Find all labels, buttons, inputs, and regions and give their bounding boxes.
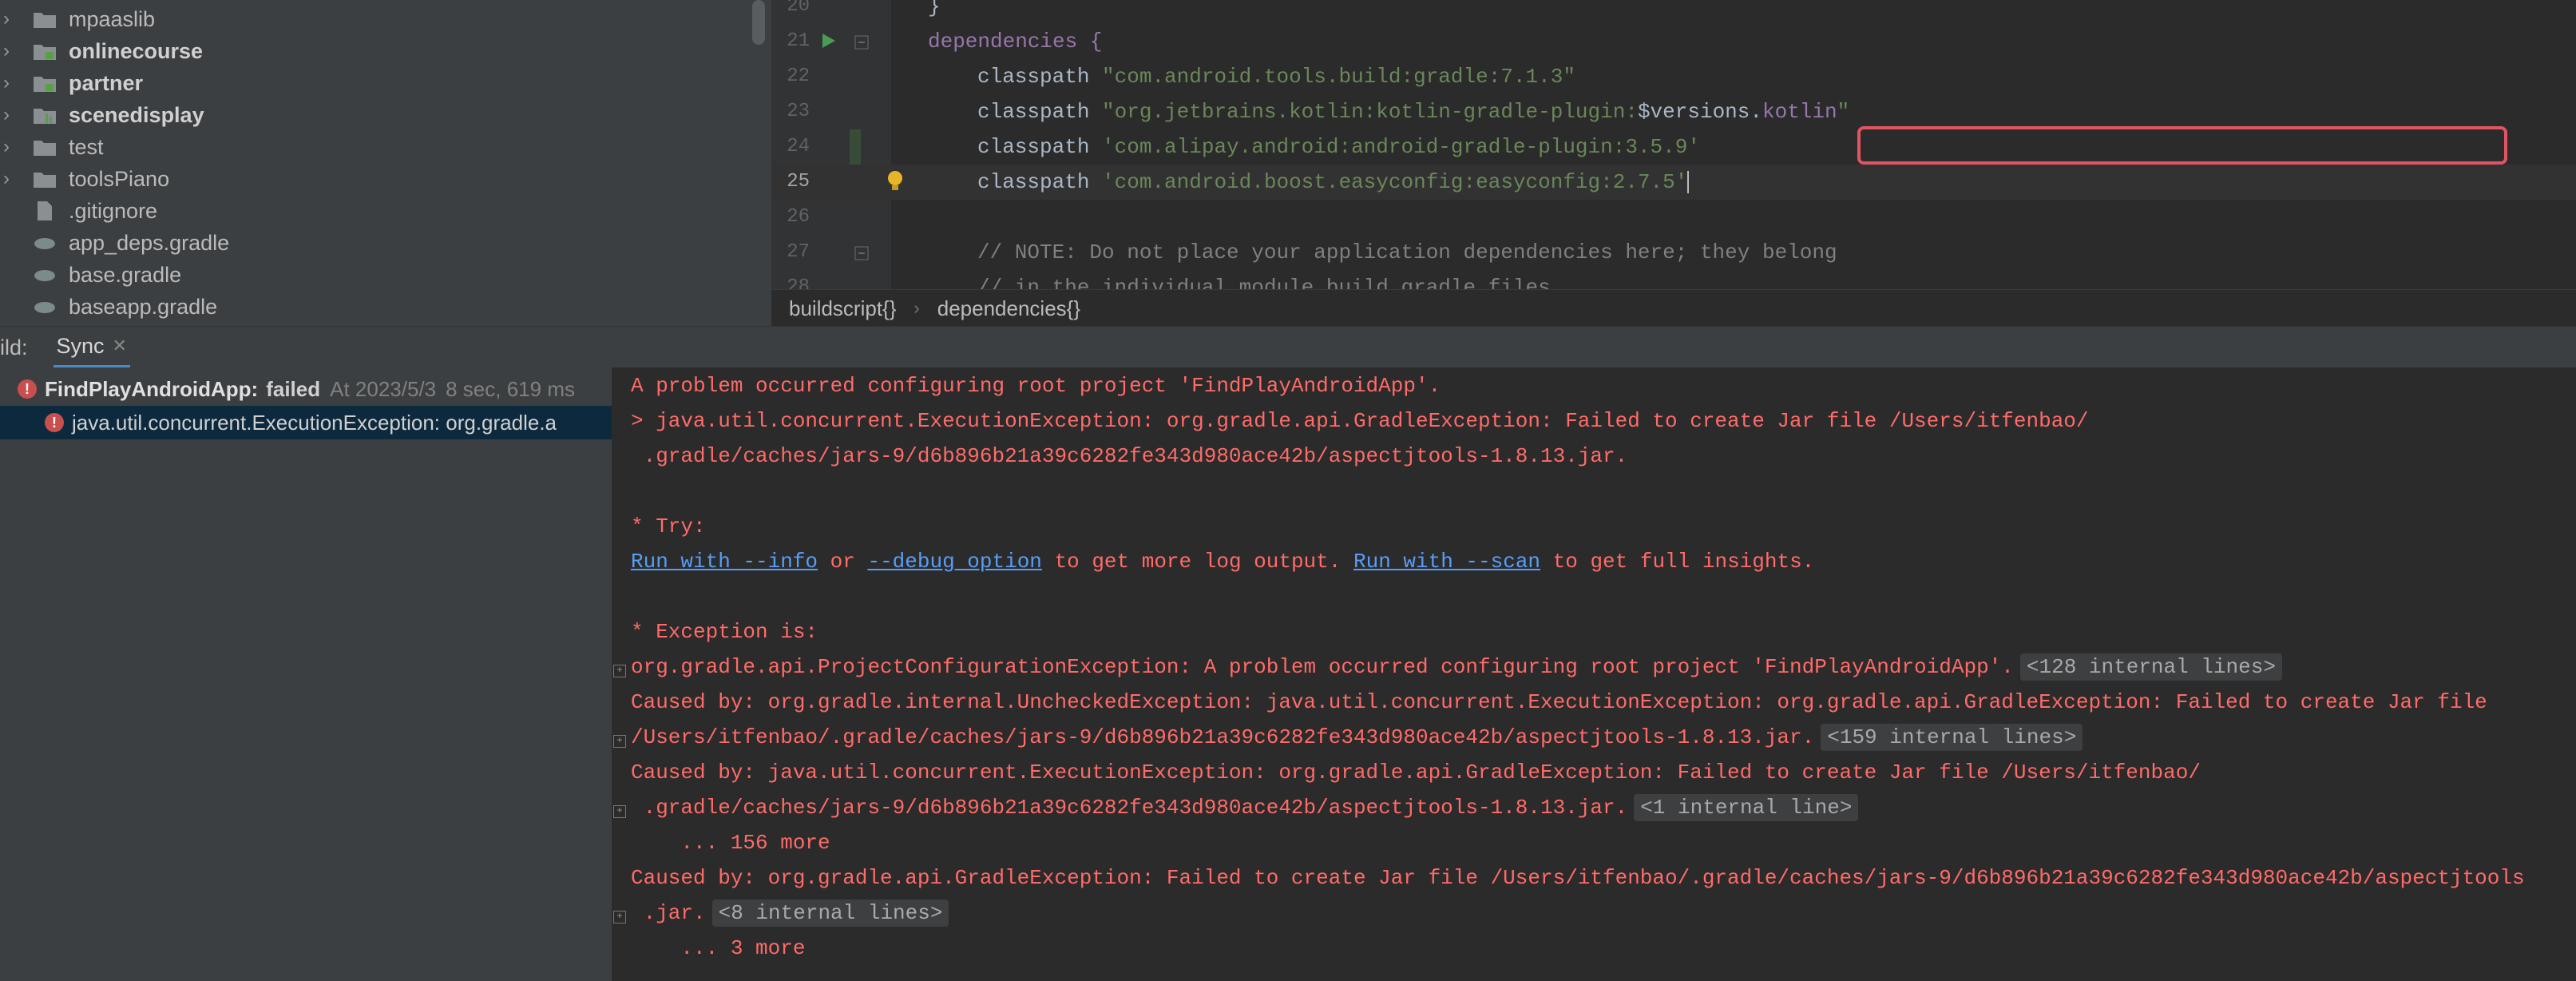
- console-line: Caused by: org.gradle.internal.Unchecked…: [631, 690, 2500, 714]
- tree-item-test[interactable]: › test: [0, 131, 104, 163]
- internal-lines-badge[interactable]: <128 internal lines>: [2019, 653, 2282, 681]
- tree-item-partner[interactable]: › partner: [0, 67, 143, 99]
- chevron-right-icon[interactable]: ›: [3, 168, 16, 190]
- tab-label: Sync: [56, 333, 105, 358]
- module-folder-icon: [30, 73, 59, 93]
- console-line: Caused by: org.gradle.api.GradleExceptio…: [631, 866, 2525, 890]
- expand-icon[interactable]: +: [613, 735, 626, 748]
- tab-sync[interactable]: Sync ✕: [53, 327, 130, 368]
- internal-lines-badge[interactable]: <159 internal lines>: [1821, 724, 2083, 751]
- build-root-status: failed: [266, 376, 321, 401]
- breadcrumb-item-buildscript[interactable]: buildscript{}: [789, 296, 896, 321]
- close-icon[interactable]: ✕: [113, 336, 127, 356]
- console-try-line: Run with --info or --debug option to get…: [631, 550, 1815, 574]
- tree-item-onlinecourse[interactable]: › onlinecourse: [0, 35, 203, 67]
- file-icon: [30, 201, 59, 221]
- tree-item-toolspiano[interactable]: › toolsPiano: [0, 163, 169, 195]
- tree-item-label: mpaaslib: [69, 6, 156, 31]
- console-line: .jar. <8 internal lines>: [631, 900, 949, 936]
- chevron-right-icon[interactable]: ›: [3, 104, 16, 126]
- internal-lines-badge[interactable]: <1 internal line>: [1634, 794, 1859, 821]
- run-with-scan-link[interactable]: Run with --scan: [1353, 550, 1540, 574]
- lightbulb-icon[interactable]: [885, 169, 906, 193]
- error-icon: !: [18, 379, 37, 399]
- code-line-22[interactable]: classpath "com.android.tools.build:gradl…: [771, 59, 2576, 94]
- console-line: A problem occurred configuring root proj…: [631, 374, 1441, 398]
- module-folder-icon: [30, 105, 59, 125]
- code-line-26[interactable]: [771, 200, 2576, 235]
- code-line-21[interactable]: dependencies {: [771, 24, 2576, 59]
- chevron-right-icon: ›: [913, 298, 920, 318]
- project-tree-scrollbar[interactable]: [752, 0, 765, 45]
- expand-icon[interactable]: +: [613, 911, 626, 923]
- gutter-line: 25: [771, 165, 902, 200]
- tree-item-gitignore[interactable]: .gitignore: [0, 195, 157, 227]
- expand-icon[interactable]: +: [613, 805, 626, 818]
- tree-item-label: .gitignore: [69, 198, 158, 223]
- chevron-right-icon[interactable]: ›: [3, 40, 16, 62]
- console-line: .gradle/caches/jars-9/d6b896b21a39c6282f…: [631, 444, 1628, 468]
- tree-item-label: onlinecourse: [69, 38, 204, 63]
- highlight-annotation-box: [1857, 126, 2507, 165]
- tree-item-label: toolsPiano: [69, 166, 170, 191]
- console-line: ... 156 more: [631, 831, 830, 855]
- build-toolwindow-header: ild: Sync ✕: [0, 326, 2576, 368]
- dependencies-keyword: dependencies {: [928, 30, 1103, 54]
- code-line-28[interactable]: // in the individual module build.gradle…: [771, 270, 2576, 289]
- build-child-label: java.util.concurrent.ExecutionException:…: [72, 410, 557, 435]
- tree-item-label: scenedisplay: [69, 102, 204, 127]
- folder-icon: [30, 10, 59, 29]
- code-line-27[interactable]: // NOTE: Do not place your application d…: [771, 235, 2576, 270]
- code-editor[interactable]: 20 } 21 dependencies { 22 classpath "com…: [771, 0, 2576, 289]
- chevron-right-icon[interactable]: ›: [3, 8, 16, 30]
- expand-icon[interactable]: +: [613, 665, 626, 677]
- build-root-time: At 2023/5/3: [330, 376, 437, 401]
- tree-item-label: test: [69, 134, 104, 159]
- console-line: > java.util.concurrent.ExecutionExceptio…: [631, 409, 2089, 433]
- tree-item-label: partner: [69, 70, 144, 95]
- build-child-row[interactable]: ! java.util.concurrent.ExecutionExceptio…: [0, 406, 612, 439]
- build-title: ild:: [0, 335, 28, 359]
- console-line: ... 3 more: [631, 936, 806, 960]
- tree-item-mpaaslib[interactable]: › mpaaslib: [0, 3, 155, 35]
- internal-lines-badge[interactable]: <8 internal lines>: [711, 900, 949, 927]
- build-console[interactable]: A problem occurred configuring root proj…: [612, 367, 2576, 981]
- build-tree: ! FindPlayAndroidApp: failed At 2023/5/3…: [0, 367, 612, 981]
- debug-option-link[interactable]: --debug option: [867, 550, 1041, 574]
- console-line: * Try:: [631, 514, 706, 538]
- breadcrumb: buildscript{} › dependencies{}: [771, 289, 2576, 327]
- chevron-right-icon[interactable]: ›: [3, 72, 16, 94]
- folder-icon: [30, 169, 59, 189]
- gradle-icon: [30, 266, 59, 284]
- build-root-row[interactable]: ! FindPlayAndroidApp: failed At 2023/5/3…: [0, 372, 612, 406]
- code-line-20[interactable]: }: [771, 0, 2576, 24]
- folder-icon: [30, 137, 59, 157]
- build-root-duration: 8 sec, 619 ms: [446, 376, 575, 401]
- code-line-23[interactable]: classpath "org.jetbrains.kotlin:kotlin-g…: [771, 94, 2576, 129]
- tree-item-app-deps-gradle[interactable]: app_deps.gradle: [0, 227, 229, 259]
- gradle-icon: [30, 234, 59, 252]
- tree-item-baseapp-gradle[interactable]: baseapp.gradle: [0, 291, 217, 323]
- code-line-25[interactable]: classpath 'com.android.boost.easyconfig:…: [771, 165, 2576, 200]
- gradle-icon: [30, 298, 59, 316]
- tree-item-label: baseapp.gradle: [69, 294, 218, 319]
- build-root-name: FindPlayAndroidApp:: [45, 376, 259, 401]
- breadcrumb-item-dependencies[interactable]: dependencies{}: [937, 296, 1080, 321]
- tree-item-scenedisplay[interactable]: › scenedisplay: [0, 99, 204, 131]
- run-with-info-link[interactable]: Run with --info: [631, 550, 818, 574]
- text-caret: [1687, 171, 1690, 194]
- console-line: * Exception is:: [631, 620, 818, 644]
- error-icon: !: [45, 413, 64, 432]
- console-line: /Users/itfenbao/.gradle/caches/jars-9/d6…: [631, 724, 2083, 761]
- console-line: org.gradle.api.ProjectConfigurationExcep…: [631, 653, 2282, 690]
- chevron-right-icon[interactable]: ›: [3, 136, 16, 158]
- project-tree: › mpaaslib › onlinecourse › partner › sc…: [0, 0, 771, 326]
- console-line: Caused by: java.util.concurrent.Executio…: [631, 761, 2201, 784]
- console-line: .gradle/caches/jars-9/d6b896b21a39c6282f…: [631, 794, 1859, 831]
- tree-item-base-gradle[interactable]: base.gradle: [0, 259, 181, 291]
- module-folder-icon: [30, 42, 59, 61]
- tree-item-label: base.gradle: [69, 262, 182, 287]
- tree-item-label: app_deps.gradle: [69, 230, 230, 255]
